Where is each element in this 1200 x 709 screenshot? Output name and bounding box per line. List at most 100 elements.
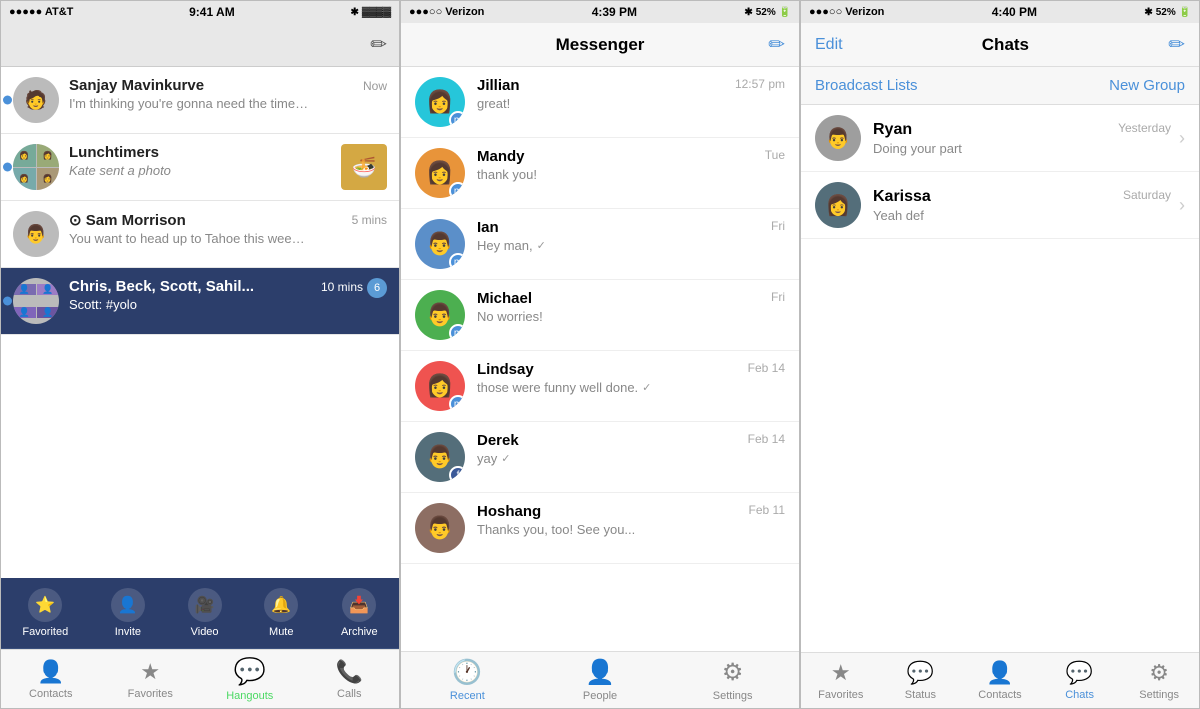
msg-preview: Thanks you, too! See you... — [477, 522, 785, 537]
hangouts-panel: ●●●●● AT&T 9:41 AM ✱ ▓▓▓▓ ✏ 🧑 Sanjay Mav… — [0, 0, 400, 709]
msg-info: Hoshang Feb 11 Thanks you, too! See you.… — [477, 503, 785, 537]
avatar: 👩 m — [415, 361, 465, 411]
msg-name: Michael — [477, 290, 532, 307]
tab-calls[interactable]: 📞 Calls — [300, 659, 400, 700]
context-invite[interactable]: 👤 Invite — [111, 588, 145, 638]
tab-label: Hangouts — [226, 690, 273, 702]
icons-p3: ✱ 52% 🔋 — [1144, 7, 1191, 18]
avatar: 🧑 — [13, 77, 59, 123]
context-archive[interactable]: 📥 Archive — [341, 588, 378, 638]
list-item[interactable]: 👩 m Lindsay Feb 14 those were funny well… — [401, 351, 799, 422]
chat-name: Chris, Beck, Scott, Sahil... — [69, 278, 254, 295]
tab-status-wa[interactable]: 💬 Status — [881, 660, 961, 701]
bluetooth-p1: ✱ — [350, 7, 358, 18]
msg-preview: yay ✓ — [477, 451, 785, 466]
list-item[interactable]: 🧑 Sanjay Mavinkurve Now I'm thinking you… — [1, 67, 399, 134]
list-item[interactable]: 👨 m Michael Fri No worries! — [401, 280, 799, 351]
unread-badge: 6 — [367, 278, 387, 298]
compose-icon-p2[interactable]: ✏ — [768, 32, 785, 57]
context-favorited[interactable]: ⭐ Favorited — [22, 588, 68, 638]
wa-info: Ryan Yesterday Doing your part — [873, 121, 1171, 156]
chat-preview: Kate sent a photo — [69, 163, 309, 178]
wa-time: Yesterday — [1118, 121, 1171, 139]
wa-time: Saturday — [1123, 188, 1171, 206]
chat-name: Lunchtimers — [69, 144, 159, 161]
read-check: ✓ — [501, 452, 510, 465]
time-p1: 9:41 AM — [189, 5, 235, 19]
avatar: 👨 m — [415, 290, 465, 340]
tab-contacts[interactable]: 👤 Contacts — [1, 659, 101, 700]
tab-favorites[interactable]: ★ Favorites — [101, 659, 201, 700]
wa-name: Ryan — [873, 121, 912, 139]
edit-button[interactable]: Edit — [815, 36, 843, 54]
recent-icon: 🕐 — [452, 658, 482, 687]
read-check: ✓ — [537, 239, 546, 252]
messenger-badge: m — [449, 324, 465, 340]
tab-settings-msg[interactable]: ⚙ Settings — [666, 658, 799, 702]
tab-people[interactable]: 👤 People — [534, 658, 667, 702]
compose-icon-p1[interactable]: ✏ — [370, 32, 387, 57]
tab-hangouts[interactable]: 💬 Hangouts — [200, 656, 300, 702]
contacts-icon: 👤 — [986, 660, 1013, 686]
tab-bar-hangouts: 👤 Contacts ★ Favorites 💬 Hangouts 📞 Call… — [1, 649, 399, 708]
context-mute[interactable]: 🔔 Mute — [264, 588, 298, 638]
list-item[interactable]: 👩 m Mandy Tue thank you! — [401, 138, 799, 209]
msg-time: Feb 14 — [748, 361, 785, 378]
msg-time: Feb 14 — [748, 432, 785, 449]
tab-favorites-wa[interactable]: ★ Favorites — [801, 660, 881, 701]
context-menu-bar: ⭐ Favorited 👤 Invite 🎥 Video 🔔 Mute 📥 Ar… — [1, 578, 399, 649]
chat-time: 10 mins — [321, 280, 363, 294]
avatar: 👨 f — [415, 432, 465, 482]
fb-badge: f — [449, 466, 465, 482]
tab-recent[interactable]: 🕐 Recent — [401, 658, 534, 702]
avatar: 👨 m — [415, 219, 465, 269]
carrier-p3: ●●●○○ Verizon — [809, 6, 884, 18]
tab-settings-wa[interactable]: ⚙ Settings — [1119, 660, 1199, 701]
msg-name: Jillian — [477, 77, 520, 94]
favorites-icon: ★ — [831, 660, 851, 686]
msg-name: Hoshang — [477, 503, 541, 520]
tab-label: Calls — [337, 688, 361, 700]
list-item[interactable]: 👨 m Ian Fri Hey man, ✓ — [401, 209, 799, 280]
chevron-right-icon: › — [1179, 128, 1185, 149]
status-bar-p2: ●●●○○ Verizon 4:39 PM ✱ 52% 🔋 — [401, 1, 799, 23]
list-item[interactable]: 👩 👩 👩 👩 Lunchtimers Kate sent a photo 🍜 — [1, 134, 399, 201]
chevron-right-icon: › — [1179, 195, 1185, 216]
list-item[interactable]: 👨 Hoshang Feb 11 Thanks you, too! See yo… — [401, 493, 799, 564]
calls-icon: 📞 — [336, 659, 363, 685]
avatar: 👨 — [13, 211, 59, 257]
list-item[interactable]: 👨 f Derek Feb 14 yay ✓ — [401, 422, 799, 493]
list-item[interactable]: 👨 ⊙ Sam Morrison 5 mins You want to head… — [1, 201, 399, 268]
hangouts-chat-list: 🧑 Sanjay Mavinkurve Now I'm thinking you… — [1, 67, 399, 578]
list-item[interactable]: 👩 Karissa Saturday Yeah def › — [801, 172, 1199, 239]
avatar: 👨 — [415, 503, 465, 553]
video-icon: 🎥 — [188, 588, 222, 622]
msg-info: Jillian 12:57 pm great! — [477, 77, 785, 111]
msg-time: 12:57 pm — [735, 77, 785, 94]
chat-preview: Scott: #yolo — [69, 297, 309, 312]
chat-name: Sanjay Mavinkurve — [69, 77, 204, 94]
status-bar-p3: ●●●○○ Verizon 4:40 PM ✱ 52% 🔋 — [801, 1, 1199, 23]
chat-info: Sanjay Mavinkurve Now I'm thinking you'r… — [69, 77, 387, 111]
unread-dot — [3, 96, 12, 105]
tab-label: Chats — [1065, 689, 1094, 701]
list-item[interactable]: 👤 👤 👤 👤 Chris, Beck, Scott, Sahil... 10 … — [1, 268, 399, 335]
status-icon: 💬 — [907, 660, 934, 686]
list-item[interactable]: 👨 Ryan Yesterday Doing your part › — [801, 105, 1199, 172]
messenger-badge: m — [449, 111, 465, 127]
compose-icon-p3[interactable]: ✏ — [1168, 32, 1185, 57]
whatsapp-title: Chats — [982, 35, 1029, 55]
chat-info: Chris, Beck, Scott, Sahil... 10 mins Sco… — [69, 278, 363, 312]
list-item[interactable]: 👩 m Jillian 12:57 pm great! — [401, 67, 799, 138]
new-group-button[interactable]: New Group — [1109, 77, 1185, 94]
hangouts-icon: 💬 — [234, 656, 266, 687]
avatar: 👩 👩 👩 👩 — [13, 144, 59, 190]
context-video[interactable]: 🎥 Video — [188, 588, 222, 638]
tab-chats-wa[interactable]: 💬 Chats — [1040, 660, 1120, 701]
battery-p2: 52% 🔋 — [756, 7, 791, 18]
wa-name: Karissa — [873, 188, 931, 206]
favorited-icon: ⭐ — [28, 588, 62, 622]
broadcast-lists-button[interactable]: Broadcast Lists — [815, 77, 918, 94]
tab-contacts-wa[interactable]: 👤 Contacts — [960, 660, 1040, 701]
tab-label: Recent — [450, 690, 485, 702]
